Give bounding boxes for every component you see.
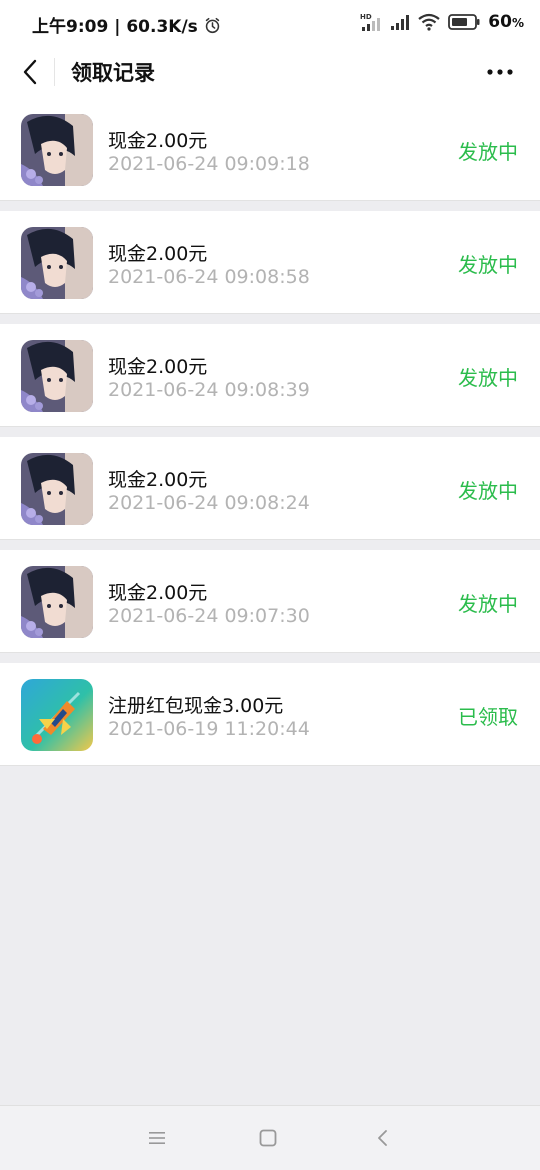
record-status: 已领取 <box>458 705 518 729</box>
record-time: 2021-06-24 09:09:18 <box>108 153 310 175</box>
home-button[interactable] <box>254 1124 282 1152</box>
battery-level: 60 <box>488 12 512 32</box>
record-title: 现金2.00元 <box>108 469 208 491</box>
record-status: 发放中 <box>458 366 518 390</box>
status-right: HD 60% <box>360 12 524 32</box>
record-item[interactable]: 现金2.00元 2021-06-24 09:08:39 发放中 <box>0 324 540 427</box>
header: 领取记录 <box>0 46 540 98</box>
record-title: 现金2.00元 <box>108 582 208 604</box>
back-icon <box>378 1130 387 1146</box>
record-item[interactable]: 现金2.00元 2021-06-24 09:08:58 发放中 <box>0 211 540 314</box>
record-status: 发放中 <box>458 592 518 616</box>
record-title: 现金2.00元 <box>108 130 208 152</box>
wifi-icon <box>418 13 440 31</box>
battery-text: 60% <box>488 12 524 32</box>
header-divider <box>54 58 55 86</box>
anime-game-avatar-icon <box>21 227 93 299</box>
record-status: 发放中 <box>458 253 518 277</box>
alarm-icon <box>205 17 219 33</box>
chevron-left-icon <box>23 59 37 85</box>
record-time: 2021-06-19 11:20:44 <box>108 718 310 740</box>
home-icon <box>259 1129 277 1147</box>
record-item[interactable]: 现金2.00元 2021-06-24 09:07:30 发放中 <box>0 550 540 653</box>
battery-icon <box>448 14 480 30</box>
anime-game-avatar-icon <box>21 453 93 525</box>
anime-game-avatar-icon <box>21 114 93 186</box>
anime-game-avatar-icon <box>21 566 93 638</box>
status-bar: 上午9:09 | 60.3K/s HD 60% <box>0 0 540 46</box>
back-button[interactable] <box>12 52 48 92</box>
more-button[interactable] <box>480 54 520 90</box>
record-item[interactable]: 现金2.00元 2021-06-24 09:08:24 发放中 <box>0 437 540 540</box>
record-item[interactable]: 现金2.00元 2021-06-24 09:09:18 发放中 <box>0 98 540 201</box>
cell-signal-icon <box>391 15 410 30</box>
records-list: 现金2.00元 2021-06-24 09:09:18 发放中 现金2.00元 … <box>0 98 540 766</box>
system-nav-bar <box>0 1105 540 1170</box>
record-title: 注册红包现金3.00元 <box>108 695 284 717</box>
page-title: 领取记录 <box>71 61 155 85</box>
record-time: 2021-06-24 09:08:24 <box>108 492 310 514</box>
hd-label: HD <box>360 13 372 21</box>
record-item[interactable]: 注册红包现金3.00元 2021-06-19 11:20:44 已领取 <box>0 663 540 766</box>
hd-signal-icon: HD <box>360 13 381 31</box>
more-dots-icon <box>487 69 513 75</box>
status-left: 上午9:09 | 60.3K/s <box>32 12 221 37</box>
record-status: 发放中 <box>458 140 518 164</box>
record-title: 现金2.00元 <box>108 356 208 378</box>
record-title: 现金2.00元 <box>108 243 208 265</box>
battery-unit: % <box>511 16 524 30</box>
menu-button[interactable] <box>143 1124 171 1152</box>
nav-back-button[interactable] <box>368 1124 396 1152</box>
spaceship-game-avatar-icon <box>21 679 93 751</box>
record-time: 2021-06-24 09:07:30 <box>108 605 310 627</box>
menu-icon <box>149 1132 165 1144</box>
record-time: 2021-06-24 09:08:58 <box>108 266 310 288</box>
record-status: 发放中 <box>458 479 518 503</box>
anime-game-avatar-icon <box>21 340 93 412</box>
time-speed-text: 上午9:09 | 60.3K/s <box>32 17 198 37</box>
record-time: 2021-06-24 09:08:39 <box>108 379 310 401</box>
